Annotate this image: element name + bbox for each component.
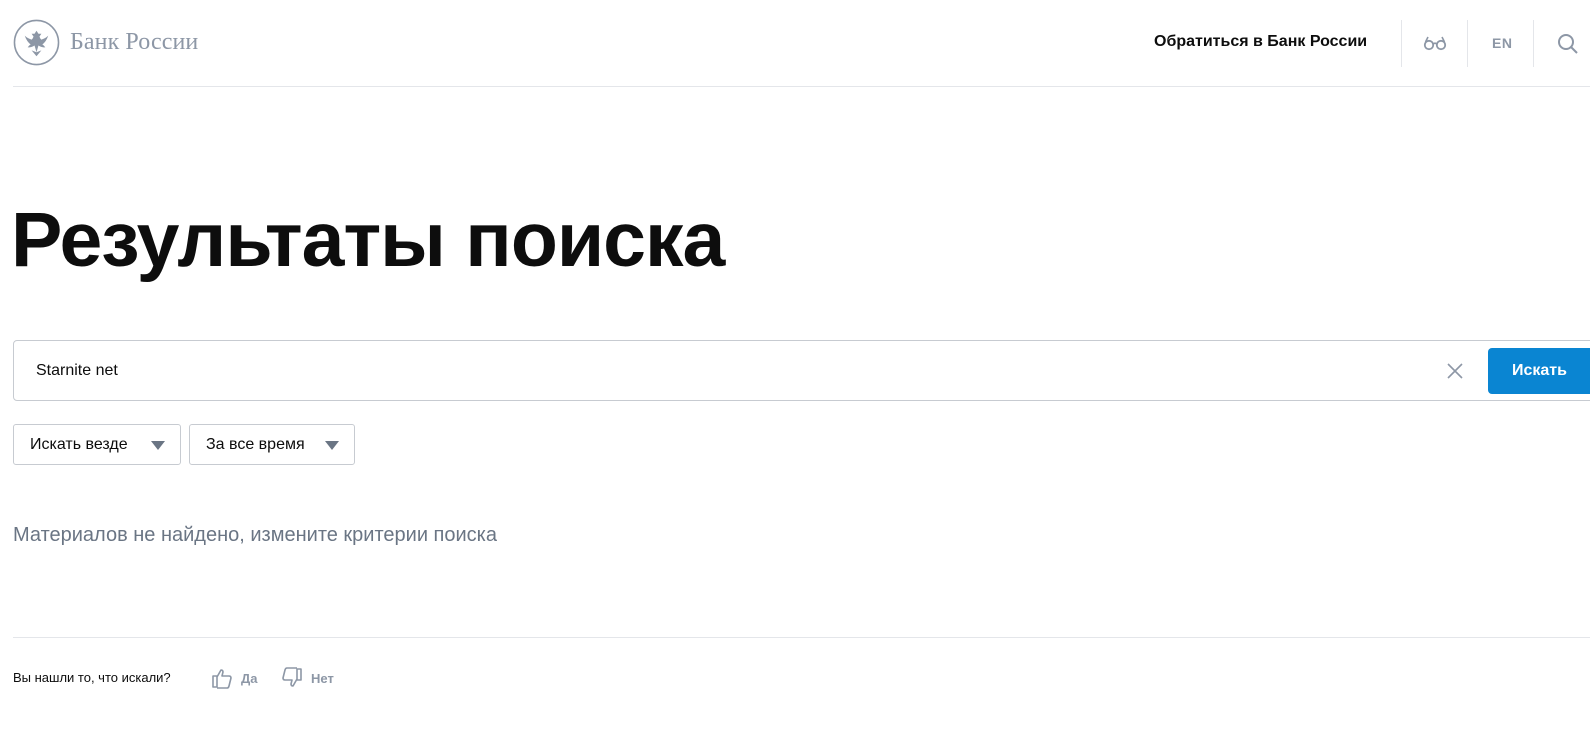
search-box: Искать [13,340,1590,401]
header-divider [1401,20,1402,67]
header-divider [1467,20,1468,67]
logo-link[interactable]: Банк России [13,19,198,66]
search-input[interactable] [36,341,1416,400]
search-submit-button[interactable]: Искать [1488,348,1590,394]
eagle-emblem-icon [13,19,60,66]
caret-down-icon [325,441,339,450]
filter-scope-label: Искать везде [30,436,128,453]
logo-text: Банк России [70,29,199,55]
filter-period-label: За все время [206,436,305,453]
feedback-yes-label: Да [241,670,258,686]
clear-search-icon[interactable] [1446,362,1464,380]
glasses-icon[interactable] [1423,34,1447,52]
feedback-no-button[interactable]: Нет [281,666,334,690]
feedback-no-label: Нет [311,670,334,686]
caret-down-icon [151,441,165,450]
filter-scope-select[interactable]: Искать везде [13,424,181,465]
contact-bank-link[interactable]: Обратиться в Банк России [1154,33,1367,51]
search-icon[interactable] [1557,33,1579,55]
feedback-yes-button[interactable]: Да [211,666,258,690]
feedback-divider [13,637,1590,638]
language-switch-button[interactable]: EN [1492,35,1512,51]
page-title: Результаты поиска [11,197,725,283]
empty-results-message: Материалов не найдено, измените критерии… [13,524,497,546]
thumbs-down-icon [282,667,302,687]
site-header: Банк России Обратиться в Банк России EN [13,0,1590,87]
thumbs-up-icon [212,669,232,689]
filter-period-select[interactable]: За все время [189,424,355,465]
page: Банк России Обратиться в Банк России EN … [0,0,1590,742]
header-divider [1533,20,1534,67]
feedback-question: Вы нашли то, что искали? [13,670,171,685]
